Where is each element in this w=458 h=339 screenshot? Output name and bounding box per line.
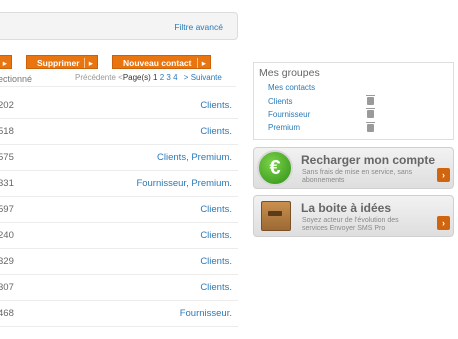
group-item-clients[interactable]: Clients [268,97,292,106]
group-item-my-contacts[interactable]: Mes contacts [268,83,315,92]
table-row[interactable]: 468 Fournisseur. [0,300,238,327]
groups-panel-title: Mes groupes [259,67,320,79]
new-contact-button[interactable]: Nouveau contact ▸ [112,55,211,69]
table-row[interactable]: 518 Clients. [0,118,238,145]
contact-number: 307 [0,282,14,293]
contact-number: 240 [0,230,14,241]
table-row[interactable]: 575 Clients, Premium. [0,144,238,171]
idea-box-subtitle: Soyez acteur de l'évolution des services… [302,217,399,232]
trash-icon[interactable] [366,108,375,118]
pager-page-2[interactable]: 2 [160,73,164,82]
contact-groups[interactable]: Clients. [200,256,232,267]
contact-groups[interactable]: Fournisseur, Premium. [136,178,232,189]
contact-groups[interactable]: Fournisseur. [180,308,232,319]
arrow-right-icon[interactable]: › [437,216,450,230]
contact-groups[interactable]: Clients. [200,126,232,137]
trash-icon[interactable] [366,95,375,105]
idea-box-title: La boite à idées [301,201,392,215]
arrow-right-icon[interactable]: › [437,168,450,182]
group-item-fournisseur[interactable]: Fournisseur [268,110,310,119]
previous-action-button[interactable]: ▸ [0,55,12,69]
filter-bar: Filtre avancé [0,12,238,40]
table-row[interactable]: 307 Clients. [0,274,238,301]
pager-next[interactable]: > Suivante [184,73,222,82]
contact-groups[interactable]: Clients. [200,230,232,241]
pager-current: Page(s) 1 [122,73,158,82]
contact-number: 597 [0,204,14,215]
divider [0,86,236,87]
contact-number: 518 [0,126,14,137]
contact-number: 329 [0,256,14,267]
groups-panel: Mes groupes Mes contacts Clients Fournis… [253,62,454,140]
advanced-filter-link[interactable]: Filtre avancé [174,22,223,32]
contact-number: 575 [0,152,14,163]
table-row[interactable]: 240 Clients. [0,222,238,249]
contact-groups[interactable]: Clients, Premium. [157,152,232,163]
table-row[interactable]: 329 Clients. [0,248,238,275]
pager-previous[interactable]: Précédente < [75,73,123,82]
recharge-title: Recharger mon compte [301,153,436,167]
chevron-right-icon: ▸ [88,58,93,68]
selection-label: ectionné [0,74,33,84]
euro-coin-icon: € [257,150,293,186]
table-row[interactable]: 202 Clients. [0,92,238,119]
contact-groups[interactable]: Clients. [200,100,232,111]
recharge-subtitle: Sans frais de mise en service, sans abon… [302,169,413,184]
delete-button[interactable]: Supprimer ▸ [26,55,98,69]
trash-icon[interactable] [366,122,375,132]
new-contact-button-label: Nouveau contact [123,58,192,68]
table-row[interactable]: 331 Fournisseur, Premium. [0,170,238,197]
idea-box-banner[interactable]: La boite à idées Soyez acteur de l'évolu… [253,195,454,237]
table-row[interactable]: 597 Clients. [0,196,238,223]
contact-number: 468 [0,308,14,319]
contact-number: 202 [0,100,14,111]
pager-page-4[interactable]: 4 [173,73,177,82]
contact-groups[interactable]: Clients. [200,282,232,293]
delete-button-label: Supprimer [37,58,80,68]
group-item-premium[interactable]: Premium [268,123,300,132]
pager-page-3[interactable]: 3 [166,73,170,82]
chevron-right-icon: ▸ [2,58,7,68]
chevron-right-icon: ▸ [201,58,206,68]
idea-box-icon [261,201,291,231]
contact-groups[interactable]: Clients. [200,204,232,215]
recharge-account-banner[interactable]: € Recharger mon compte Sans frais de mis… [253,147,454,189]
pagination: Précédente <Page(s) 1 2 3 4 > Suivante [75,73,222,82]
contact-number: 331 [0,178,14,189]
